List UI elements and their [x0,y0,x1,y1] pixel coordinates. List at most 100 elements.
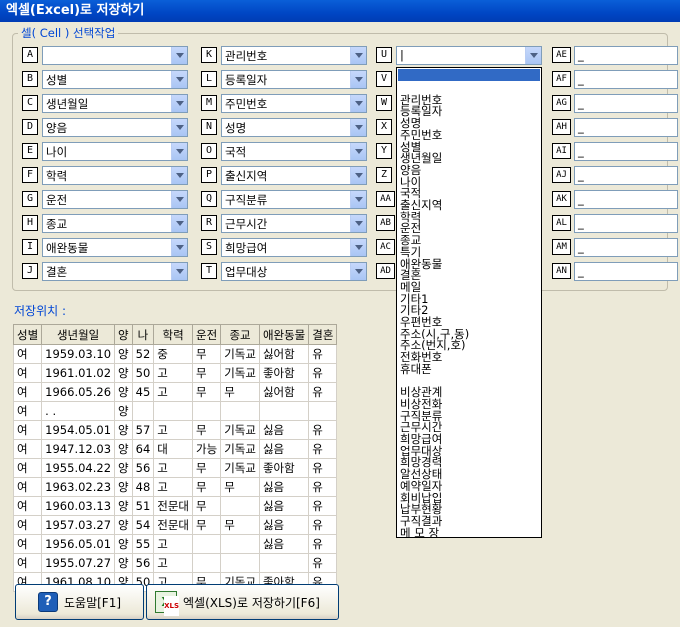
column-field-select[interactable]: 관리번호 [221,46,367,65]
column-dropdown-list[interactable]: 관리번호 등록일자 성명 주민번호 성별 생년월일 양음 나이 국적 출신지역 학력 운전 종교 특기 애완… [396,67,542,538]
table-header-cell[interactable]: 나 [131,324,155,345]
chevron-down-icon[interactable] [350,215,366,232]
column-field-select[interactable]: 생년월일 [42,94,188,113]
column-key-label: I [22,239,38,255]
column-field-select[interactable]: _ [574,262,678,281]
chevron-down-icon[interactable] [350,47,366,64]
dropdown-selected-item[interactable] [398,69,540,81]
column-field-select[interactable]: _ [574,166,678,185]
table-cell: 양 [114,382,133,402]
chevron-down-icon[interactable] [350,191,366,208]
column-key-label: Z [376,167,392,183]
column-field-select[interactable]: _ [574,190,678,209]
column-key-label: U [376,47,392,63]
chevron-down-icon[interactable] [171,215,187,232]
column-field-select[interactable]: 희망급여 [221,238,367,257]
table-header-cell[interactable]: 성별 [12,324,43,345]
column-field-select[interactable]: 구직분류 [221,190,367,209]
help-button[interactable]: ? 도움말[F1] [15,584,144,620]
chevron-down-icon[interactable] [350,143,366,160]
table-header-cell[interactable]: 생년월일 [41,324,116,345]
dropdown-item[interactable]: 예약일자 [400,480,442,492]
column-field-select[interactable]: 등록일자 [221,70,367,89]
chevron-down-icon[interactable] [350,167,366,184]
column-field-value: 결혼 [46,265,68,279]
column-field-select[interactable]: 근무시간 [221,214,367,233]
chevron-down-icon[interactable] [171,191,187,208]
column-field-value: 양음 [46,121,68,135]
table-header-cell[interactable]: 애완동물 [258,324,310,345]
chevron-down-icon[interactable] [350,95,366,112]
column-field-select[interactable]: 애완동물 [42,238,188,257]
column-field-select[interactable]: 성명 [221,118,367,137]
chevron-down-icon[interactable] [350,71,366,88]
column-key-label: P [201,167,217,183]
dropdown-item[interactable]: 주민번호 [400,129,442,141]
chevron-down-icon[interactable] [350,239,366,256]
save-excel-button[interactable]: XXLS 엑셀(XLS)로 저장하기[F6] [146,584,339,620]
column-field-select[interactable]: _ [574,238,678,257]
chevron-down-icon[interactable] [350,119,366,136]
dropdown-item[interactable]: 메 모 장 [400,527,439,537]
dropdown-item[interactable]: 특기 [400,246,421,258]
table-row[interactable]: 여 1954.05.01 양 57 고 무 기독교 싫음 유 [12,420,338,440]
column-field-select[interactable] [42,46,188,65]
column-field-select[interactable]: _ [574,118,678,137]
column-field-select[interactable]: _ [574,70,678,89]
table-row[interactable]: 여 1960.03.13 양 51 전문대 무 싫음 유 [12,496,338,516]
chevron-down-icon[interactable] [171,239,187,256]
column-field-select[interactable]: 나이 [42,142,188,161]
chevron-down-icon[interactable] [171,71,187,88]
column-field-select[interactable]: 출신지역 [221,166,367,185]
table-row[interactable]: 여 1963.02.23 양 48 고 무 무 싫음 유 [12,477,338,497]
column-field-select[interactable]: 종교 [42,214,188,233]
table-row[interactable]: 여 1955.04.22 양 56 고 무 기독교 좋아함 유 [12,458,338,478]
dropdown-item[interactable]: 휴대폰 [400,363,432,375]
column-key-label: AK [552,191,571,207]
chevron-down-icon[interactable] [171,95,187,112]
table-row[interactable]: 여 1957.03.27 양 54 전문대 무 무 싫음 유 [12,515,338,535]
column-field-select[interactable]: _ [574,214,678,233]
chevron-down-icon[interactable] [171,119,187,136]
table-cell [220,553,260,573]
column-field-select[interactable]: 양음 [42,118,188,137]
chevron-down-icon[interactable] [171,167,187,184]
table-header-cell[interactable]: 종교 [220,324,260,345]
chevron-down-icon[interactable] [171,263,187,280]
chevron-down-icon[interactable] [171,143,187,160]
table-header-cell[interactable]: 운전 [192,324,222,345]
column-field-select[interactable]: _ [574,94,678,113]
table-row[interactable]: 여 1956.05.01 양 55 고 싫음 유 [12,534,338,554]
chevron-down-icon[interactable] [525,47,541,64]
table-row[interactable]: 여 1947.12.03 양 64 대 가능 기독교 싫음 유 [12,439,338,459]
table-cell [153,401,194,421]
table-row[interactable]: 여 1955.07.27 양 56 고 유 [12,553,338,573]
column-field-select[interactable]: 국적 [221,142,367,161]
column-field-select[interactable]: _ [574,46,678,65]
column-field-select[interactable]: 학력 [42,166,188,185]
chevron-down-icon[interactable] [171,47,187,64]
column-key-label: AJ [552,167,571,183]
table-row[interactable]: 여 1966.05.26 양 45 고 무 무 싫어함 유 [12,382,338,402]
column-field-select[interactable]: 성별 [42,70,188,89]
column-field-select[interactable]: 주민번호 [221,94,367,113]
table-header-cell[interactable]: 양 [114,324,133,345]
column-field-select[interactable]: 운전 [42,190,188,209]
table-cell [192,534,222,554]
table-cell: 싫어함 [258,344,310,364]
table-header-cell[interactable]: 결혼 [308,324,338,345]
column-field-select[interactable]: 업무대상 [221,262,367,281]
table-row[interactable]: 여 . .양 [12,401,338,421]
table-row[interactable]: 여 1959.03.10 양 52 중 무 기독교 싫어함 유 [12,344,338,364]
table-cell: . . [41,401,116,421]
table-header-cell[interactable]: 학력 [153,324,194,345]
column-field-value: 성명 [225,121,247,135]
column-field-select[interactable]: | [396,46,542,65]
chevron-down-icon[interactable] [350,263,366,280]
column-field-select[interactable]: 결혼 [42,262,188,281]
column-field-select[interactable]: _ [574,142,678,161]
column-field-value: _ [578,120,584,134]
table-row[interactable]: 여 1961.01.02 양 50 고 무 기독교 좋아함 유 [12,363,338,383]
table-cell: 고 [153,420,194,440]
table-cell: 양 [114,515,133,535]
